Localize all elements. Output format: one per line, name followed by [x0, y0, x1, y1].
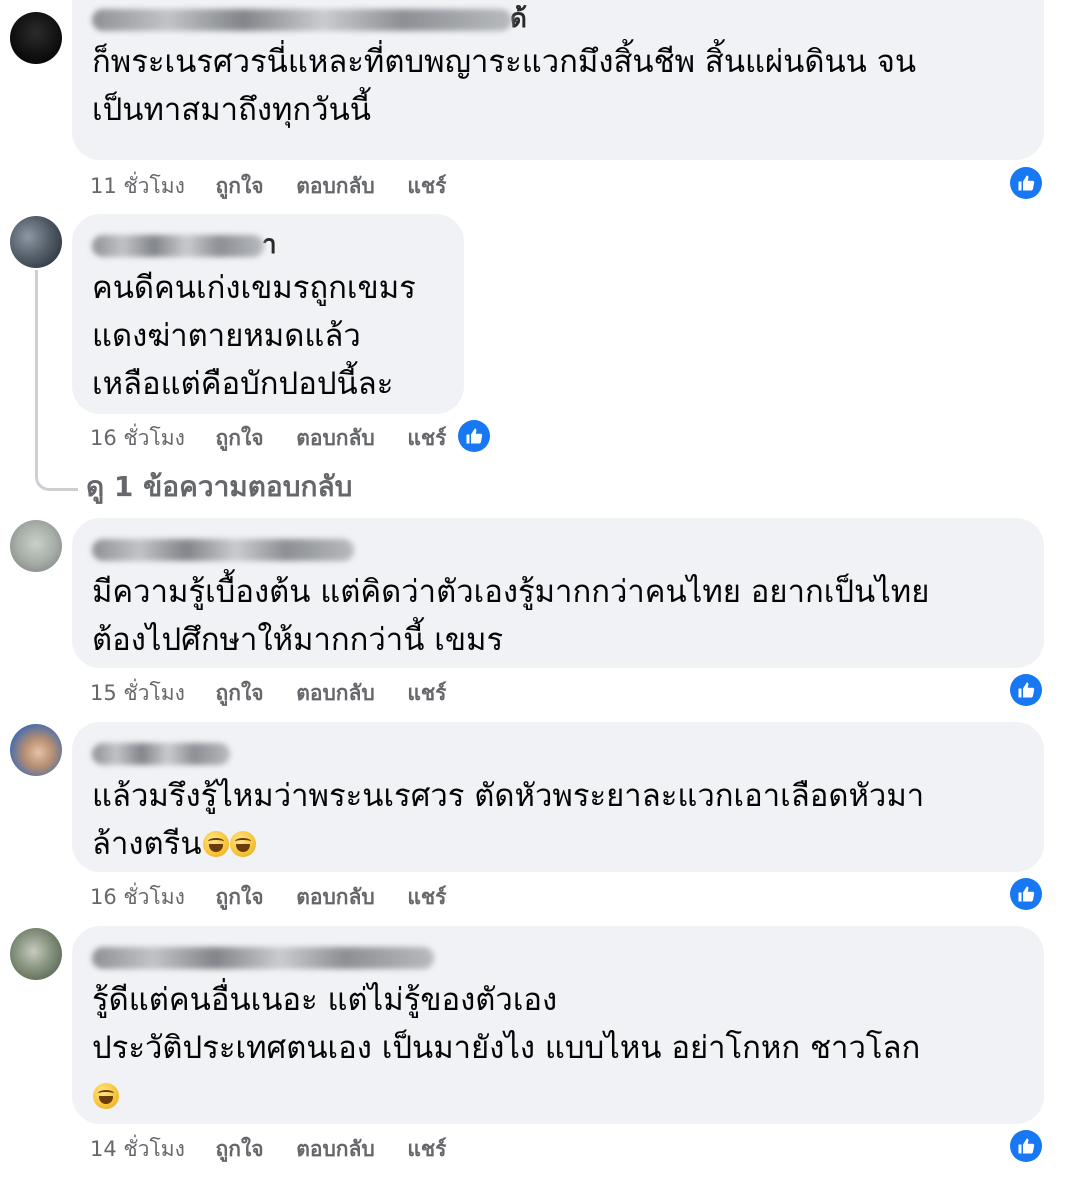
comment-author[interactable]: [92, 532, 1022, 568]
comment-text-line: ล้างตรีน: [92, 820, 1022, 868]
comment-bubble: า คนดีคนเก่งเขมรถูกเขมร แดงฆ่าตายหมดแล้ว…: [72, 214, 464, 414]
comment-author[interactable]: [92, 736, 1022, 772]
blurred-author-name: [92, 235, 264, 257]
comment-text-line: แล้วมรึงรู้ไหมว่าพระนเรศวร ตัดหัวพระยาละ…: [92, 778, 925, 814]
comment-author[interactable]: [92, 940, 1022, 976]
comment-bubble: ด้ ก็พระเนรศวรนี่แหละที่ตบพญาระแวกมึงสิ้…: [72, 0, 1044, 160]
author-name-visible: ด้: [510, 4, 527, 34]
comment-timestamp[interactable]: 14 ชั่วโมง: [90, 1135, 185, 1163]
blurred-author-name: [92, 539, 354, 561]
reply-thread-line: [35, 270, 78, 491]
view-replies-link[interactable]: ดู 1 ข้อความตอบกลับ: [86, 468, 352, 506]
avatar[interactable]: [10, 724, 62, 776]
like-icon[interactable]: [1010, 167, 1042, 199]
like-icon[interactable]: [1010, 674, 1042, 706]
grinning-squinting-emoji-icon: [202, 831, 229, 857]
comment-text-line: รู้ดีแต่คนอื่นเนอะ แต่ไม่รู้ของตัวเอง: [92, 982, 558, 1018]
reply-button[interactable]: ตอบกลับ: [296, 1135, 375, 1163]
comment-actions: 16 ชั่วโมง ถูกใจ ตอบกลับ แชร์: [90, 424, 472, 452]
like-button[interactable]: ถูกใจ: [216, 679, 264, 707]
comment-text-line: เหลือแต่คือบักปอปนี้ละ: [92, 366, 394, 402]
comment-timestamp[interactable]: 15 ชั่วโมง: [90, 679, 185, 707]
comment-text-line: ต้องไปศึกษาให้มากกว่านี้ เขมร: [92, 622, 504, 658]
share-button[interactable]: แชร์: [407, 883, 446, 911]
comment-text-line: ก็พระเนรศวรนี่แหละที่ตบพญาระแวกมึงสิ้นชี…: [92, 44, 917, 80]
comment-author[interactable]: า: [92, 228, 442, 264]
reply-button[interactable]: ตอบกลับ: [296, 679, 375, 707]
share-button[interactable]: แชร์: [407, 1135, 446, 1163]
blurred-author-name: [92, 743, 230, 765]
comment-actions: 11 ชั่วโมง ถูกใจ ตอบกลับ แชร์: [90, 172, 472, 200]
comment-timestamp[interactable]: 11 ชั่วโมง: [90, 172, 185, 200]
comment-actions: 15 ชั่วโมง ถูกใจ ตอบกลับ แชร์: [90, 679, 472, 707]
author-name-visible: า: [262, 230, 277, 260]
comment-emoji-line: [92, 1072, 1022, 1120]
avatar[interactable]: [10, 928, 62, 980]
comment-timestamp[interactable]: 16 ชั่วโมง: [90, 883, 185, 911]
like-icon[interactable]: [1010, 1130, 1042, 1162]
like-button[interactable]: ถูกใจ: [216, 883, 264, 911]
reply-button[interactable]: ตอบกลับ: [296, 424, 375, 452]
comment-bubble: แล้วมรึงรู้ไหมว่าพระนเรศวร ตัดหัวพระยาละ…: [72, 722, 1044, 872]
avatar[interactable]: [10, 520, 62, 572]
comment-text-line: แดงฆ่าตายหมดแล้ว: [92, 318, 361, 354]
comment-bubble: มีความรู้เบื้องต้น แต่คิดว่าตัวเองรู้มาก…: [72, 518, 1044, 668]
comment-text-line: เป็นทาสมาถึงทุกวันนี้: [92, 92, 371, 128]
blurred-author-name: [92, 947, 434, 969]
comment-text-segment: ล้างตรีน: [92, 826, 202, 862]
like-button[interactable]: ถูกใจ: [216, 1135, 264, 1163]
comment-timestamp[interactable]: 16 ชั่วโมง: [90, 424, 185, 452]
share-button[interactable]: แชร์: [407, 424, 446, 452]
comment-actions: 14 ชั่วโมง ถูกใจ ตอบกลับ แชร์: [90, 1135, 472, 1163]
like-icon[interactable]: [458, 420, 490, 452]
comment-actions: 16 ชั่วโมง ถูกใจ ตอบกลับ แชร์: [90, 883, 472, 911]
avatar[interactable]: [10, 12, 62, 64]
share-button[interactable]: แชร์: [407, 172, 446, 200]
comment-text-line: มีความรู้เบื้องต้น แต่คิดว่าตัวเองรู้มาก…: [92, 574, 930, 610]
blurred-author-name: [92, 9, 512, 31]
reply-button[interactable]: ตอบกลับ: [296, 172, 375, 200]
reply-button[interactable]: ตอบกลับ: [296, 883, 375, 911]
like-button[interactable]: ถูกใจ: [216, 424, 264, 452]
share-button[interactable]: แชร์: [407, 679, 446, 707]
like-button[interactable]: ถูกใจ: [216, 172, 264, 200]
comment-bubble: รู้ดีแต่คนอื่นเนอะ แต่ไม่รู้ของตัวเอง ปร…: [72, 926, 1044, 1124]
like-icon[interactable]: [1010, 878, 1042, 910]
comment-author[interactable]: ด้: [92, 2, 1022, 38]
comment-text-line: ประวัติประเทศตนเอง เป็นมายังไง แบบไหน อย…: [92, 1030, 921, 1066]
avatar[interactable]: [10, 216, 62, 268]
grinning-squinting-emoji-icon: [229, 831, 256, 857]
comment-text-line: คนดีคนเก่งเขมรถูกเขมร: [92, 270, 416, 306]
grinning-squinting-emoji-icon: [93, 1083, 119, 1109]
